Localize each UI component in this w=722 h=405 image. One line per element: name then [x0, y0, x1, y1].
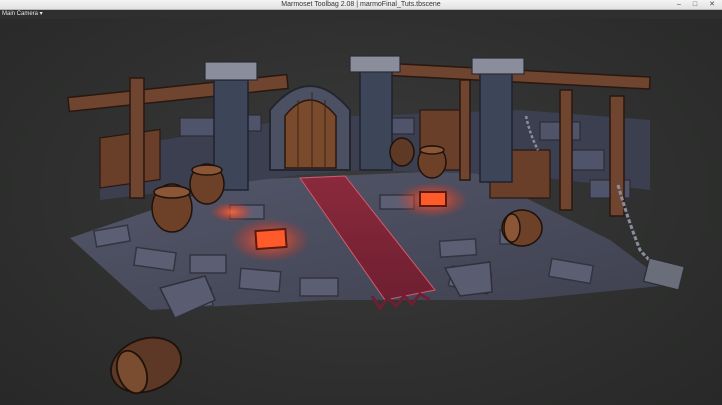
barrel — [189, 163, 225, 205]
title-bar: Marmoset Toolbag 2.08 | marmoFinal_Tuts.… — [0, 0, 722, 10]
3d-viewport[interactable] — [0, 19, 722, 405]
maximize-button[interactable]: □ — [688, 0, 702, 9]
grate-right — [419, 191, 447, 207]
barrel — [389, 137, 415, 167]
grate-left — [254, 227, 288, 251]
scene-render — [67, 55, 686, 395]
minimize-button[interactable]: – — [672, 0, 686, 9]
wooden-door — [284, 99, 337, 169]
barrel-loose — [110, 336, 182, 395]
barrel — [151, 183, 193, 233]
window-controls: – □ ✕ — [672, 0, 720, 9]
barrel — [417, 145, 447, 179]
close-button[interactable]: ✕ — [704, 0, 720, 9]
camera-menu[interactable]: Main Camera ▾ — [0, 10, 62, 18]
glow-small — [210, 202, 254, 222]
barrel-lying — [501, 209, 543, 247]
window-title: Marmoset Toolbag 2.08 | marmoFinal_Tuts.… — [281, 1, 441, 8]
